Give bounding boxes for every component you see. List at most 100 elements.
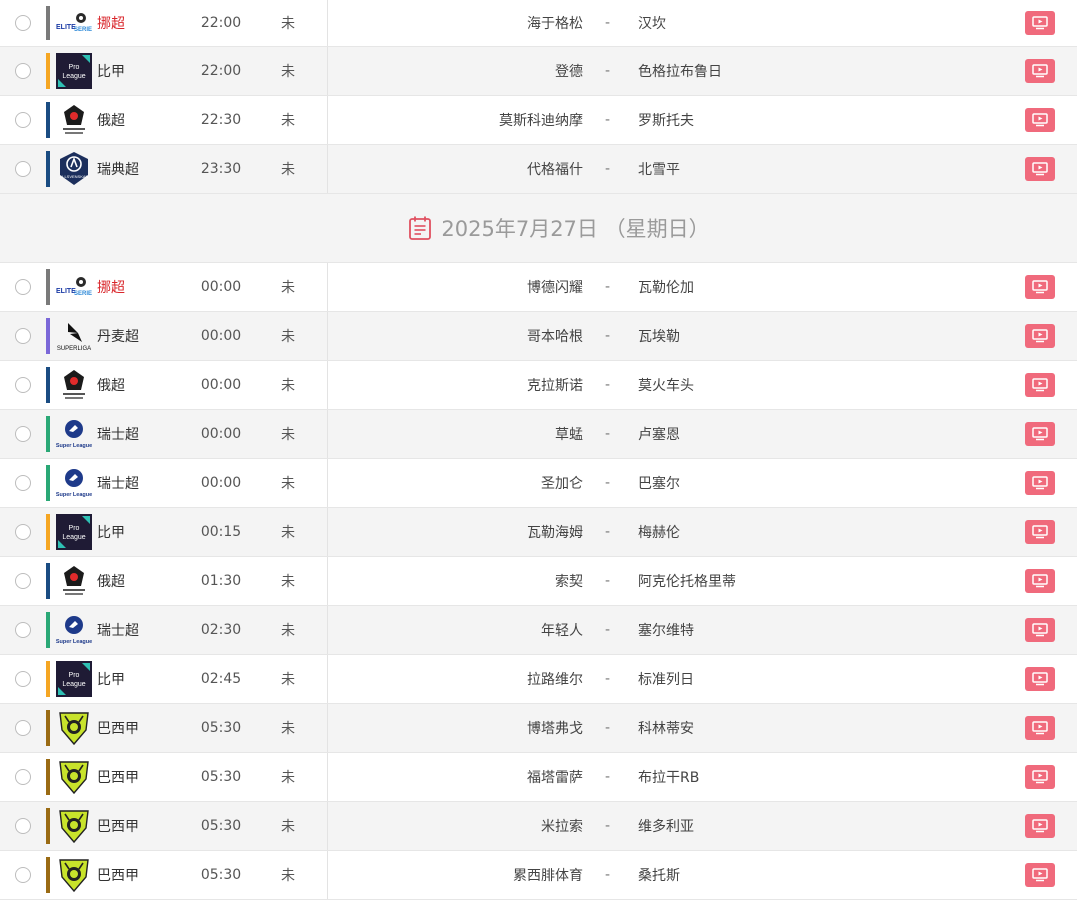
- league-name[interactable]: 瑞典超: [97, 145, 139, 193]
- live-stream-button[interactable]: [1025, 655, 1055, 703]
- live-stream-button[interactable]: [1025, 802, 1055, 850]
- away-team[interactable]: 布拉干RB: [638, 753, 699, 801]
- away-team[interactable]: 北雪平: [638, 145, 680, 193]
- live-stream-button[interactable]: [1025, 606, 1055, 654]
- select-radio[interactable]: [15, 606, 33, 654]
- select-radio[interactable]: [15, 47, 33, 95]
- league-name[interactable]: 巴西甲: [97, 802, 139, 850]
- home-team[interactable]: 莫斯科迪纳摩: [499, 96, 583, 144]
- league-name[interactable]: 瑞士超: [97, 606, 139, 654]
- away-team[interactable]: 卢塞恩: [638, 410, 680, 458]
- league-name[interactable]: 巴西甲: [97, 704, 139, 752]
- match-row[interactable]: 俄超 01:30 未 索契 - 阿克伦托格里蒂: [0, 557, 1077, 606]
- match-row[interactable]: 巴西甲 05:30 未 米拉索 - 维多利亚: [0, 802, 1077, 851]
- select-radio[interactable]: [15, 557, 33, 605]
- match-row[interactable]: ELITESERIEN挪超 00:00 未 博德闪耀 - 瓦勒伦加: [0, 263, 1077, 312]
- home-team[interactable]: 福塔雷萨: [527, 753, 583, 801]
- live-stream-button[interactable]: [1025, 704, 1055, 752]
- home-team[interactable]: 克拉斯诺: [527, 361, 583, 409]
- match-row[interactable]: 巴西甲 05:30 未 福塔雷萨 - 布拉干RB: [0, 753, 1077, 802]
- live-stream-button[interactable]: [1025, 410, 1055, 458]
- match-row[interactable]: Pro League 比甲 02:45 未 拉路维尔 - 标准列日: [0, 655, 1077, 704]
- live-stream-button[interactable]: [1025, 753, 1055, 801]
- match-row[interactable]: Super League 瑞士超 00:00 未 草蜢 - 卢塞恩: [0, 410, 1077, 459]
- home-team[interactable]: 圣加仑: [541, 459, 583, 507]
- select-radio[interactable]: [15, 263, 33, 311]
- home-team[interactable]: 拉路维尔: [527, 655, 583, 703]
- away-team[interactable]: 阿克伦托格里蒂: [638, 557, 736, 605]
- home-team[interactable]: 博德闪耀: [527, 263, 583, 311]
- match-row[interactable]: Pro League 比甲 22:00 未 登德 - 色格拉布鲁日: [0, 47, 1077, 96]
- live-stream-button[interactable]: [1025, 557, 1055, 605]
- away-team[interactable]: 瓦勒伦加: [638, 263, 694, 311]
- home-team[interactable]: 代格福什: [527, 145, 583, 193]
- select-radio[interactable]: [15, 704, 33, 752]
- match-row[interactable]: SUPERLIGA 丹麦超 00:00 未 哥本哈根 - 瓦埃勒: [0, 312, 1077, 361]
- league-name[interactable]: 俄超: [97, 557, 125, 605]
- live-stream-button[interactable]: [1025, 96, 1055, 144]
- select-radio[interactable]: [15, 802, 33, 850]
- home-team[interactable]: 年轻人: [541, 606, 583, 654]
- select-radio[interactable]: [15, 0, 33, 46]
- league-name[interactable]: 比甲: [97, 655, 125, 703]
- league-name[interactable]: 挪超: [97, 263, 125, 311]
- match-row[interactable]: 俄超 00:00 未 克拉斯诺 - 莫火车头: [0, 361, 1077, 410]
- select-radio[interactable]: [15, 361, 33, 409]
- live-stream-button[interactable]: [1025, 851, 1055, 899]
- league-name[interactable]: 瑞士超: [97, 459, 139, 507]
- away-team[interactable]: 梅赫伦: [638, 508, 680, 556]
- select-radio[interactable]: [15, 508, 33, 556]
- away-team[interactable]: 维多利亚: [638, 802, 694, 850]
- away-team[interactable]: 莫火车头: [638, 361, 694, 409]
- league-name[interactable]: 瑞士超: [97, 410, 139, 458]
- home-team[interactable]: 累西腓体育: [513, 851, 583, 899]
- league-name[interactable]: 丹麦超: [97, 312, 139, 360]
- match-row[interactable]: 巴西甲 05:30 未 博塔弗戈 - 科林蒂安: [0, 704, 1077, 753]
- away-team[interactable]: 科林蒂安: [638, 704, 694, 752]
- select-radio[interactable]: [15, 851, 33, 899]
- select-radio[interactable]: [15, 753, 33, 801]
- match-row[interactable]: Super League 瑞士超 02:30 未 年轻人 - 塞尔维特: [0, 606, 1077, 655]
- select-radio[interactable]: [15, 655, 33, 703]
- league-name[interactable]: 比甲: [97, 508, 125, 556]
- live-stream-button[interactable]: [1025, 459, 1055, 507]
- league-name[interactable]: 巴西甲: [97, 753, 139, 801]
- select-radio[interactable]: [15, 312, 33, 360]
- home-team[interactable]: 登德: [555, 47, 583, 95]
- live-stream-button[interactable]: [1025, 508, 1055, 556]
- league-name[interactable]: 挪超: [97, 0, 125, 46]
- away-team[interactable]: 标准列日: [638, 655, 694, 703]
- match-row[interactable]: 俄超 22:30 未 莫斯科迪纳摩 - 罗斯托夫: [0, 96, 1077, 145]
- match-row[interactable]: ALLSVENSKAN 瑞典超 23:30 未 代格福什 - 北雪平: [0, 145, 1077, 194]
- away-team[interactable]: 色格拉布鲁日: [638, 47, 722, 95]
- home-team[interactable]: 瓦勒海姆: [527, 508, 583, 556]
- live-stream-button[interactable]: [1025, 47, 1055, 95]
- select-radio[interactable]: [15, 96, 33, 144]
- live-stream-button[interactable]: [1025, 145, 1055, 193]
- league-name[interactable]: 巴西甲: [97, 851, 139, 899]
- match-row[interactable]: Super League 瑞士超 00:00 未 圣加仑 - 巴塞尔: [0, 459, 1077, 508]
- league-name[interactable]: 比甲: [97, 47, 125, 95]
- home-team[interactable]: 索契: [555, 557, 583, 605]
- away-team[interactable]: 罗斯托夫: [638, 96, 694, 144]
- away-team[interactable]: 巴塞尔: [638, 459, 680, 507]
- home-team[interactable]: 海于格松: [527, 0, 583, 46]
- live-stream-button[interactable]: [1025, 0, 1055, 46]
- live-stream-button[interactable]: [1025, 361, 1055, 409]
- away-team[interactable]: 汉坎: [638, 0, 666, 46]
- league-name[interactable]: 俄超: [97, 361, 125, 409]
- select-radio[interactable]: [15, 145, 33, 193]
- select-radio[interactable]: [15, 459, 33, 507]
- live-stream-button[interactable]: [1025, 263, 1055, 311]
- league-name[interactable]: 俄超: [97, 96, 125, 144]
- home-team[interactable]: 草蜢: [555, 410, 583, 458]
- live-stream-button[interactable]: [1025, 312, 1055, 360]
- away-team[interactable]: 桑托斯: [638, 851, 680, 899]
- match-row[interactable]: ELITESERIEN挪超 22:00 未 海于格松 - 汉坎: [0, 0, 1077, 47]
- home-team[interactable]: 米拉索: [541, 802, 583, 850]
- match-row[interactable]: Pro League 比甲 00:15 未 瓦勒海姆 - 梅赫伦: [0, 508, 1077, 557]
- home-team[interactable]: 哥本哈根: [527, 312, 583, 360]
- select-radio[interactable]: [15, 410, 33, 458]
- away-team[interactable]: 塞尔维特: [638, 606, 694, 654]
- home-team[interactable]: 博塔弗戈: [527, 704, 583, 752]
